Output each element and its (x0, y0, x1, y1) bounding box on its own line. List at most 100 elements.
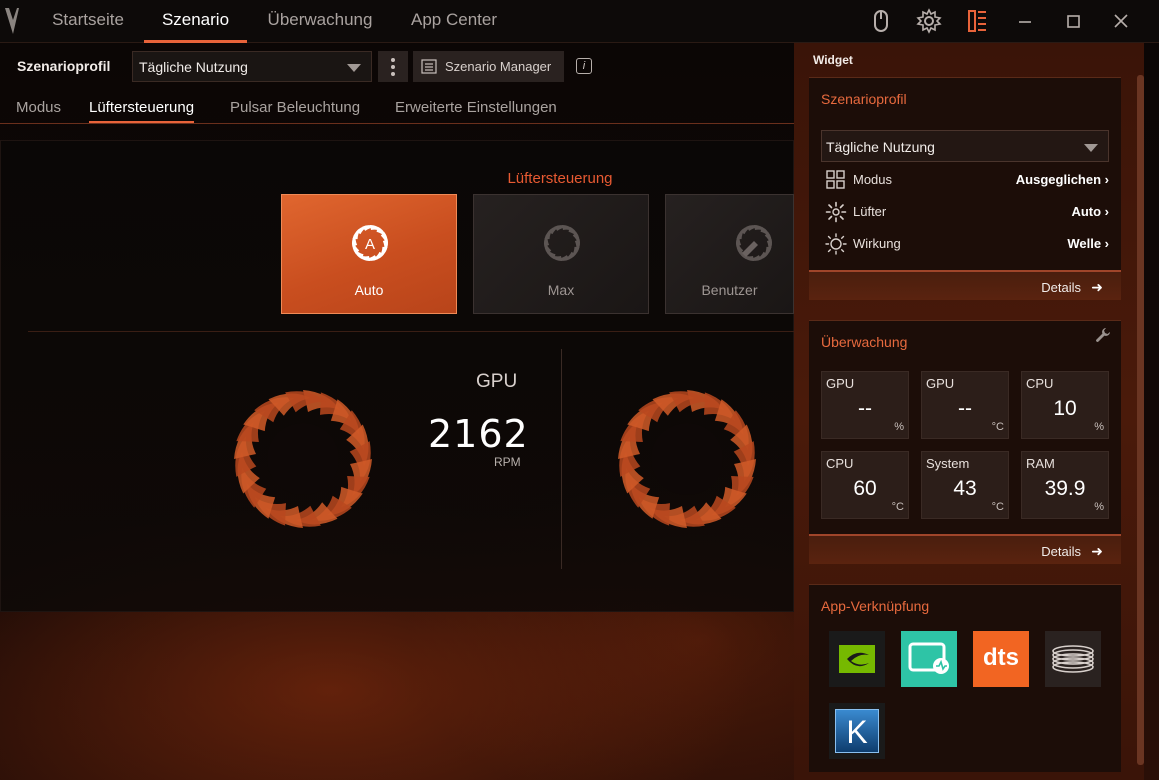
chevron-down-icon (1084, 144, 1098, 152)
monitor-tile-cpu-usage: CPU 10 % (1021, 371, 1109, 439)
details-label: Details (1041, 280, 1081, 295)
tile-label: GPU (926, 376, 955, 391)
fan-mode-max-card[interactable]: Max (473, 194, 649, 314)
monitor-tile-system-temp: System 43 °C (921, 451, 1009, 519)
more-options-button[interactable] (378, 51, 408, 82)
scenario-manager-button[interactable]: Szenario Manager (413, 51, 564, 82)
gpu-fan-rpm: 2162 (428, 412, 529, 456)
widget-scrollbar[interactable] (1137, 75, 1144, 765)
sun-icon (825, 233, 847, 255)
info-icon[interactable]: i (576, 58, 592, 74)
widget-panel-icon[interactable] (964, 8, 990, 34)
monitor-tile-gpu-temp: GPU -- °C (921, 371, 1009, 439)
widget-profile-details-button[interactable]: Details ➜ (809, 270, 1121, 300)
close-icon[interactable] (1108, 8, 1134, 34)
killer-icon-text: K (846, 714, 868, 750)
tab-startseite[interactable]: Startseite (47, 0, 129, 43)
tab-szenario[interactable]: Szenario (144, 0, 247, 43)
widget-row-name: Lüfter (853, 204, 887, 219)
subtab-erweiterte-einstellungen[interactable]: Erweiterte Einstellungen (395, 99, 557, 116)
monitor-tile-gpu-usage: GPU -- % (821, 371, 909, 439)
gpu-fan-graphic-icon (234, 390, 372, 528)
predator-logo-icon (5, 8, 19, 34)
fan-mode-label: Benutzer (701, 282, 758, 298)
widget-profile-heading: Szenarioprofil (821, 91, 907, 107)
widget-row-wirkung[interactable]: Wirkung Welle › (825, 233, 1109, 255)
tab-app-center[interactable]: App Center (408, 0, 500, 43)
profile-dropdown[interactable]: Tägliche Nutzung (132, 51, 372, 82)
tile-unit: °C (991, 501, 1004, 513)
dts-icon-text: dts (983, 644, 1019, 671)
coil-app-icon[interactable] (1045, 631, 1101, 687)
tile-value: 43 (953, 477, 977, 500)
tile-unit: °C (991, 421, 1004, 433)
nvidia-icon[interactable] (829, 631, 885, 687)
list-icon (421, 59, 437, 74)
widget-profile-card: Szenarioprofil Tägliche Nutzung Modus Au… (809, 77, 1121, 270)
tile-label: CPU (826, 456, 854, 471)
fan-auto-icon: A (351, 225, 389, 261)
tile-label: CPU (1026, 376, 1054, 391)
widget-monitor-details-button[interactable]: Details ➜ (809, 534, 1121, 564)
killer-icon-tile: K (835, 709, 879, 753)
widget-profile-dropdown-value: Tägliche Nutzung (826, 139, 935, 155)
gpu-fan-rpm-unit: RPM (494, 455, 521, 469)
chevron-down-icon (347, 64, 361, 72)
widget-row-name: Wirkung (853, 236, 901, 251)
fan-custom-icon (735, 225, 773, 261)
tile-value: 60 (853, 477, 877, 500)
subtab-modus[interactable]: Modus (16, 99, 61, 116)
killer-icon[interactable]: K (829, 703, 885, 759)
fan-mode-custom-card[interactable]: Benutzer (665, 194, 794, 314)
grid-icon (826, 170, 845, 189)
widget-row-value: Welle › (1067, 236, 1109, 251)
widget-row-name: Modus (853, 172, 893, 187)
widget-row-luefter[interactable]: Lüfter Auto › (825, 201, 1109, 223)
profile-dropdown-value: Tägliche Nutzung (139, 59, 248, 75)
tile-value: -- (858, 397, 872, 420)
widget-monitor-heading: Überwachung (821, 334, 908, 350)
tile-unit: % (1094, 501, 1104, 513)
widget-profile-dropdown[interactable]: Tägliche Nutzung (821, 130, 1109, 162)
widget-apps-heading: App-Verknüpfung (821, 598, 930, 614)
fan-divider (561, 349, 562, 569)
subtab-pulsar-beleuchtung[interactable]: Pulsar Beleuchtung (230, 99, 360, 116)
kebab-dot (391, 58, 395, 62)
wrench-icon[interactable] (1095, 327, 1111, 343)
kebab-dot (391, 72, 395, 76)
tile-unit: % (894, 421, 904, 433)
arrow-right-icon: ➜ (1091, 543, 1103, 559)
tile-value: 39.9 (1044, 477, 1086, 500)
tile-value: -- (958, 397, 972, 420)
tile-unit: % (1094, 421, 1104, 433)
subtab-lueftersteuerung[interactable]: Lüftersteuerung (89, 99, 195, 124)
panel-divider (28, 331, 794, 332)
monitor-tile-ram-usage: RAM 39.9 % (1021, 451, 1109, 519)
dts-icon[interactable]: dts (973, 631, 1029, 687)
tab-ueberwachung[interactable]: Überwachung (264, 0, 376, 43)
subtab-divider (0, 123, 794, 124)
fan-control-title: Lüftersteuerung (507, 170, 613, 187)
minimize-icon[interactable] (1012, 8, 1038, 34)
fan-max-icon (543, 225, 581, 261)
monitor-app-icon[interactable] (901, 631, 957, 687)
tile-label: GPU (826, 376, 855, 391)
cpu-fan-graphic-icon (618, 390, 756, 528)
fan-mode-auto-card[interactable]: A Auto (281, 194, 457, 314)
gear-icon[interactable] (916, 8, 942, 34)
profile-label: Szenarioprofil (17, 58, 111, 74)
monitor-tile-cpu-temp: CPU 60 °C (821, 451, 909, 519)
fan-icon (825, 201, 847, 223)
widget-row-modus[interactable]: Modus Ausgeglichen › (825, 169, 1109, 191)
tile-label: System (926, 456, 970, 471)
tile-unit: °C (891, 501, 904, 513)
top-bar: Startseite Szenario Überwachung App Cent… (0, 0, 1159, 43)
svg-text:A: A (365, 236, 375, 253)
maximize-icon[interactable] (1060, 8, 1086, 34)
widget-title: Widget (813, 53, 853, 67)
fan-mode-label: Auto (354, 282, 384, 298)
mouse-icon[interactable] (868, 8, 894, 34)
widget-row-value: Auto › (1071, 204, 1109, 219)
scenario-manager-label: Szenario Manager (445, 59, 552, 74)
tile-value: 10 (1053, 397, 1077, 420)
